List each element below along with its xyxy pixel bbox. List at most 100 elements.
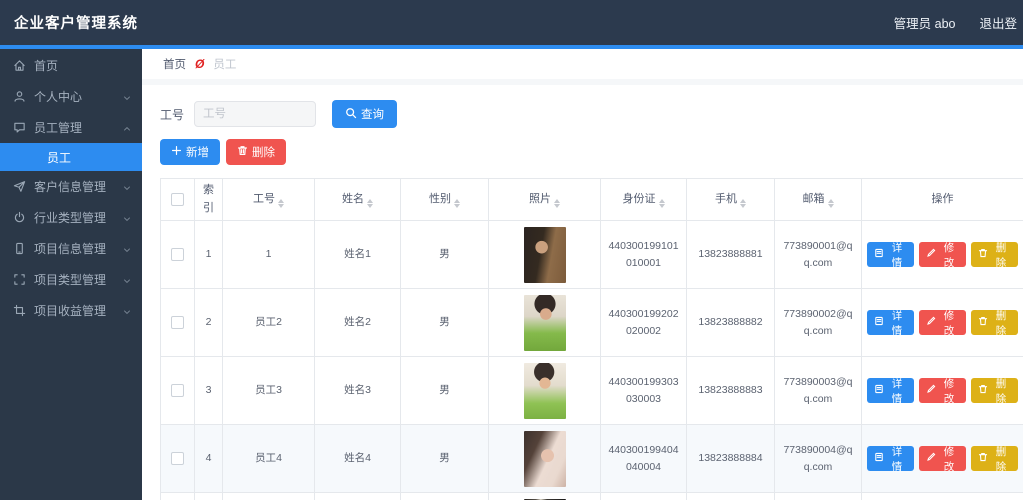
phone-icon bbox=[13, 242, 26, 255]
trash-icon bbox=[978, 384, 988, 397]
pencil-icon bbox=[926, 384, 936, 397]
header-gender[interactable]: 性别 bbox=[400, 178, 489, 221]
search-icon bbox=[345, 107, 357, 122]
pencil-icon bbox=[926, 316, 936, 329]
cell-emp-no bbox=[222, 492, 315, 500]
delete-row-button[interactable]: 删除 bbox=[971, 310, 1018, 337]
delete-button[interactable]: 删除 bbox=[226, 139, 286, 165]
chevron-down-icon bbox=[122, 92, 132, 102]
cell-email: 773890001@qq.com bbox=[774, 220, 862, 289]
logout-link[interactable]: 退出登 bbox=[979, 13, 1017, 32]
cell-id-card: 440300199303030003 bbox=[600, 356, 687, 425]
table-row bbox=[160, 492, 1023, 500]
detail-button[interactable]: 详情 bbox=[867, 378, 914, 405]
cell-name bbox=[314, 492, 401, 500]
search-button[interactable]: 查询 bbox=[332, 100, 398, 128]
sidebar-item-label: 项目收益管理 bbox=[34, 304, 107, 318]
main-content: 首页 Ø 员工 工号 查询 新增 bbox=[142, 49, 1023, 500]
plus-icon bbox=[171, 145, 182, 159]
pencil-icon bbox=[926, 248, 936, 261]
row-checkbox[interactable] bbox=[171, 248, 184, 262]
emp-no-input[interactable] bbox=[194, 101, 317, 127]
cell-email: 773890004@qq.com bbox=[774, 424, 862, 493]
sidebar-item-label: 个人中心 bbox=[34, 90, 83, 104]
sort-icon[interactable] bbox=[367, 198, 373, 209]
sidebar-item-label: 行业类型管理 bbox=[34, 211, 107, 225]
sidebar-item-project-revenue-mgmt[interactable]: 项目收益管理 bbox=[0, 295, 142, 326]
cell-phone bbox=[686, 492, 775, 500]
cell-emp-no: 员工3 bbox=[222, 356, 315, 425]
cell-index: 3 bbox=[194, 356, 223, 425]
edit-button[interactable]: 修改 bbox=[919, 378, 966, 405]
add-button[interactable]: 新增 bbox=[160, 139, 220, 165]
row-checkbox[interactable] bbox=[171, 316, 184, 330]
sidebar-item-project-type-mgmt[interactable]: 项目类型管理 bbox=[0, 264, 142, 295]
header-phone[interactable]: 手机 bbox=[686, 178, 775, 221]
header-email[interactable]: 邮箱 bbox=[774, 178, 862, 221]
header-id-card[interactable]: 身份证 bbox=[600, 178, 687, 221]
document-icon bbox=[874, 248, 884, 261]
header-name[interactable]: 姓名 bbox=[314, 178, 401, 221]
cell-name: 姓名4 bbox=[314, 424, 401, 493]
detail-button[interactable]: 详情 bbox=[867, 242, 914, 269]
user-menu[interactable]: 管理员 abo bbox=[894, 13, 956, 32]
sort-icon[interactable] bbox=[827, 198, 834, 209]
trash-icon bbox=[978, 248, 988, 261]
delete-row-button[interactable]: 删除 bbox=[971, 242, 1018, 269]
document-icon bbox=[874, 316, 884, 329]
cell-phone: 13823888883 bbox=[686, 356, 775, 425]
sidebar-item-employee-mgmt[interactable]: 员工管理 bbox=[0, 112, 142, 143]
cell-gender: 男 bbox=[400, 356, 489, 425]
header-emp-no[interactable]: 工号 bbox=[222, 178, 315, 221]
sidebar-item-customer-info-mgmt[interactable]: 客户信息管理 bbox=[0, 171, 142, 202]
employee-photo bbox=[523, 430, 566, 487]
sidebar-item-project-info-mgmt[interactable]: 项目信息管理 bbox=[0, 233, 142, 264]
employee-photo bbox=[523, 226, 566, 283]
breadcrumb-home-link[interactable]: 首页 bbox=[163, 56, 186, 72]
header-actions: 操作 bbox=[861, 178, 1023, 221]
sidebar-item-home[interactable]: 首页 bbox=[0, 50, 142, 81]
row-checkbox[interactable] bbox=[171, 384, 184, 398]
table-row: 4 员工4 姓名4 男 440300199404040004 138238888… bbox=[160, 424, 1023, 493]
sort-icon[interactable] bbox=[554, 198, 560, 209]
sort-icon[interactable] bbox=[278, 198, 284, 209]
sort-icon[interactable] bbox=[454, 198, 460, 209]
edit-button[interactable]: 修改 bbox=[919, 446, 966, 473]
table-row: 3 员工3 姓名3 男 440300199303030003 138238888… bbox=[160, 356, 1023, 425]
cell-phone: 13823888882 bbox=[686, 288, 775, 357]
edit-button[interactable]: 修改 bbox=[919, 310, 966, 337]
detail-button[interactable]: 详情 bbox=[867, 310, 914, 337]
breadcrumb-separator-icon: Ø bbox=[195, 57, 205, 71]
select-all-checkbox[interactable] bbox=[171, 192, 184, 206]
document-icon bbox=[874, 452, 884, 465]
power-icon bbox=[13, 211, 26, 224]
emp-no-label: 工号 bbox=[160, 107, 185, 122]
cell-emp-no: 员工2 bbox=[222, 288, 315, 357]
detail-button[interactable]: 详情 bbox=[867, 446, 914, 473]
sidebar-subitem-employee[interactable]: 员工 bbox=[0, 143, 142, 171]
search-form: 工号 查询 bbox=[160, 100, 1023, 128]
header-photo[interactable]: 照片 bbox=[488, 178, 601, 221]
row-checkbox[interactable] bbox=[171, 452, 184, 466]
delete-row-button[interactable]: 删除 bbox=[971, 446, 1018, 473]
cell-id-card: 440300199404040004 bbox=[600, 424, 687, 493]
cell-id-card bbox=[600, 492, 687, 500]
sidebar-item-industry-type-mgmt[interactable]: 行业类型管理 bbox=[0, 202, 142, 233]
employee-photo bbox=[523, 294, 566, 351]
header-select-all bbox=[160, 178, 195, 221]
chevron-down-icon bbox=[122, 306, 132, 316]
sidebar-item-profile[interactable]: 个人中心 bbox=[0, 81, 142, 112]
user-icon bbox=[13, 90, 26, 103]
cell-gender: 男 bbox=[400, 288, 489, 357]
cell-id-card: 440300199101010001 bbox=[600, 220, 687, 289]
sort-icon[interactable] bbox=[658, 198, 665, 209]
sidebar-item-label: 项目类型管理 bbox=[34, 273, 107, 287]
table-row: 2 员工2 姓名2 男 440300199202020002 138238888… bbox=[160, 288, 1023, 357]
edit-button[interactable]: 修改 bbox=[919, 242, 966, 269]
delete-row-button[interactable]: 删除 bbox=[971, 378, 1018, 405]
sidebar-item-label: 项目信息管理 bbox=[34, 242, 107, 256]
sidebar-subitem-label: 员工 bbox=[47, 150, 72, 165]
sort-icon[interactable] bbox=[740, 198, 746, 209]
top-bar: 企业客户管理系统 管理员 abo 退出登 bbox=[0, 0, 1023, 45]
crop-icon bbox=[13, 304, 26, 317]
